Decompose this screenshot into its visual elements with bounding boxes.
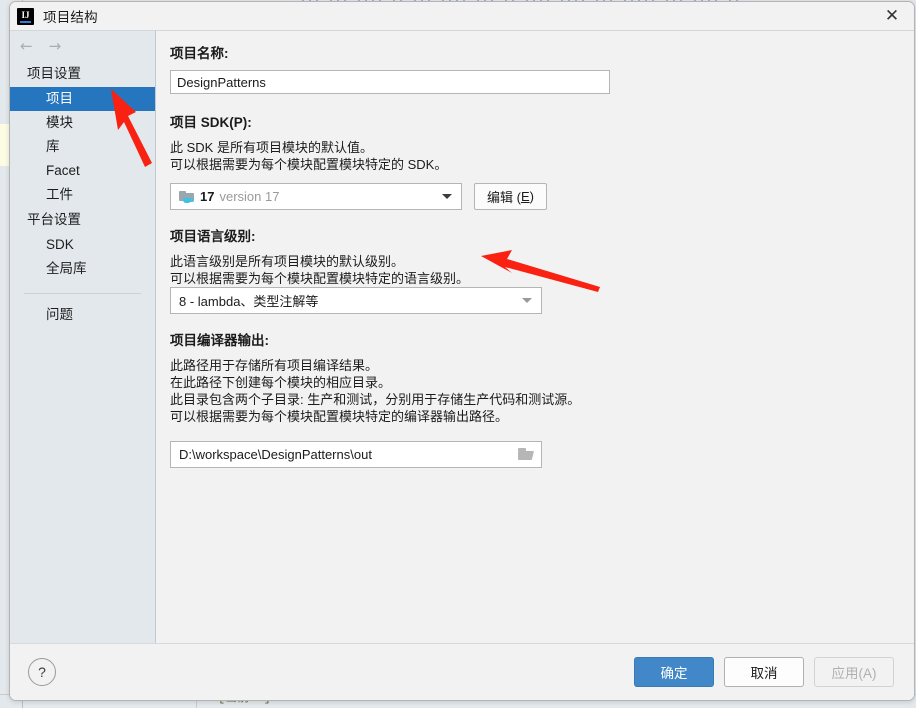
chevron-down-icon [522, 298, 532, 303]
back-arrow-icon[interactable]: ← [20, 38, 33, 54]
sidebar-item-project[interactable]: 项目 [10, 87, 155, 111]
language-level-description-line-2: 可以根据需要为每个模块配置模块特定的语言级别。 [170, 271, 470, 286]
sidebar-item-artifacts[interactable]: 工件 [10, 183, 155, 207]
language-level-label: 项目语言级别: [170, 229, 256, 244]
compiler-output-path-value: D:\workspace\DesignPatterns\out [179, 447, 372, 462]
project-sdk-row: 17 version 17 编辑 (E) [170, 183, 914, 210]
sidebar-divider [24, 293, 141, 294]
sidebar-group-platform-settings: 平台设置 [27, 212, 81, 227]
dialog-footer: ? 确定 取消 应用(A) [10, 643, 914, 700]
sidebar-item-libraries[interactable]: 库 [10, 135, 155, 159]
project-settings-panel: 项目名称: DesignPatterns 项目 SDK(P): 此 SDK 是所… [156, 30, 914, 643]
project-sdk-version: version 17 [219, 189, 280, 204]
project-sdk-description-line-1: 此 SDK 是所有项目模块的默认值。 [170, 140, 373, 155]
project-sdk-number: 17 [200, 189, 215, 204]
edit-sdk-button-label-end: ) [529, 189, 534, 204]
compiler-output-description-line-2: 在此路径下创建每个模块的相应目录。 [170, 375, 392, 390]
sidebar-item-problems[interactable]: 问题 [10, 303, 155, 327]
project-structure-dialog: IJ 项目结构 ✕ ← → 项目设置 项目 模块 库 Facet 工件 平台设置… [9, 1, 915, 701]
language-level-value: 8 - lambda、类型注解等 [179, 294, 319, 309]
close-icon[interactable]: ✕ [870, 2, 914, 30]
compiler-output-label: 项目编译器输出: [170, 333, 269, 348]
edit-sdk-button[interactable]: 编辑 (E) [474, 183, 547, 210]
help-button[interactable]: ? [28, 658, 56, 686]
apply-button: 应用(A) [814, 657, 894, 687]
compiler-output-path-input[interactable]: D:\workspace\DesignPatterns\out [170, 441, 542, 468]
sidebar-group-project-settings: 项目设置 [27, 66, 81, 81]
java-sdk-folder-icon [179, 190, 195, 204]
forward-arrow-icon[interactable]: → [49, 38, 62, 54]
dialog-titlebar: IJ 项目结构 ✕ [10, 2, 914, 30]
compiler-output-description-line-3: 此目录包含两个子目录: 生产和测试，分别用于存储生产代码和测试源。 [170, 392, 581, 407]
project-name-label: 项目名称: [170, 46, 229, 61]
dialog-title: 项目结构 [43, 10, 98, 25]
sidebar-item-modules[interactable]: 模块 [10, 111, 155, 135]
sidebar-item-global-libraries[interactable]: 全局库 [10, 257, 155, 281]
cancel-button[interactable]: 取消 [724, 657, 804, 687]
sidebar-item-sdks[interactable]: SDK [10, 233, 155, 257]
compiler-output-description-line-4: 可以根据需要为每个模块配置模块特定的编译器输出路径。 [170, 409, 509, 424]
chevron-down-icon [442, 194, 452, 199]
sidebar-item-facets[interactable]: Facet [10, 159, 155, 183]
compiler-output-description-line-1: 此路径用于存储所有项目编译结果。 [170, 358, 379, 373]
project-sdk-label: 项目 SDK(P): [170, 115, 252, 130]
ok-button[interactable]: 确定 [634, 657, 714, 687]
intellij-idea-icon: IJ [17, 7, 34, 25]
project-sdk-dropdown[interactable]: 17 version 17 [170, 183, 462, 210]
project-name-input[interactable]: DesignPatterns [170, 70, 610, 94]
language-level-dropdown[interactable]: 8 - lambda、类型注解等 [170, 287, 542, 314]
dialog-body: ← → 项目设置 项目 模块 库 Facet 工件 平台设置 SDK 全局库 问… [10, 30, 914, 643]
sidebar-navigation: ← → [10, 31, 155, 61]
browse-folder-icon[interactable] [518, 448, 535, 461]
project-sdk-description-line-2: 可以根据需要为每个模块配置模块特定的 SDK。 [170, 157, 448, 172]
edit-sdk-button-mnemonic: E [520, 189, 530, 204]
edit-sdk-button-label-start: 编辑 ( [487, 190, 521, 205]
settings-sidebar: ← → 项目设置 项目 模块 库 Facet 工件 平台设置 SDK 全局库 问… [10, 30, 156, 643]
language-level-description-line-1: 此语言级别是所有项目模块的默认级别。 [170, 254, 405, 269]
